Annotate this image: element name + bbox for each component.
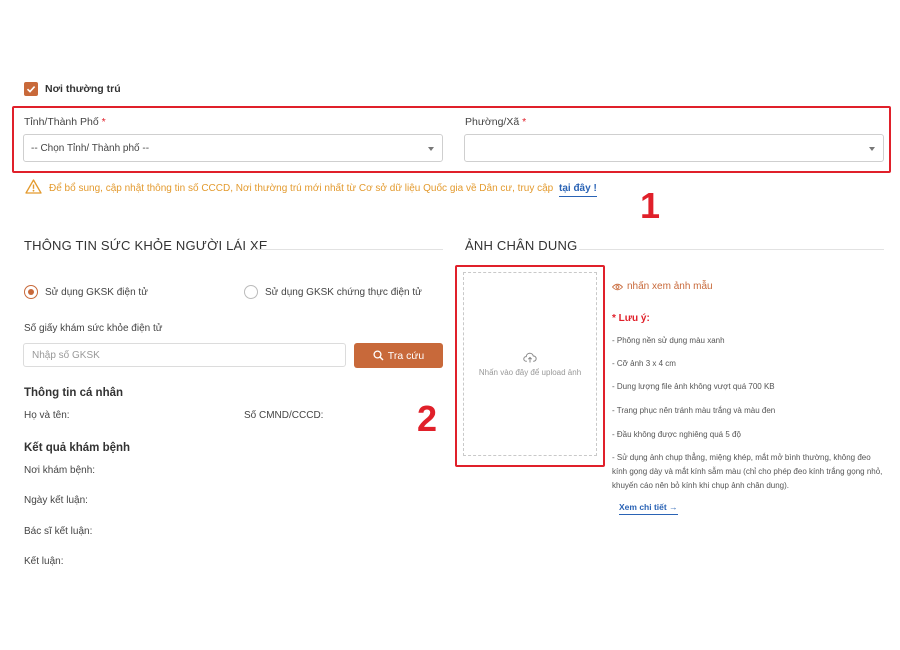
search-button-label: Tra cứu <box>387 349 425 362</box>
chevron-down-icon <box>428 147 434 151</box>
portrait-section-divider <box>579 249 884 250</box>
annotation-number-1: 1 <box>640 185 661 226</box>
exam-result-title: Kết quả khám bệnh <box>24 442 131 454</box>
note-item: - Phông nền sử dụng màu xanh <box>612 336 725 345</box>
exam-place-label: Nơi khám bệnh: <box>24 465 96 476</box>
required-mark: * <box>522 116 527 128</box>
photo-upload-area[interactable]: Nhấn vào đây để upload ảnh <box>463 272 597 456</box>
search-icon <box>373 350 384 361</box>
cert-number-label: Số giấy khám sức khỏe điện tử <box>24 323 163 334</box>
view-sample-label: nhấn xem ảnh mẫu <box>627 281 713 292</box>
warning-icon <box>25 179 42 194</box>
ward-select[interactable] <box>464 134 884 162</box>
search-button[interactable]: Tra cứu <box>354 343 443 368</box>
conclusion-label: Kết luận: <box>24 556 64 567</box>
radio-electronic-gksk-label: Sử dụng GKSK điện tử <box>45 287 148 298</box>
residence-checkbox[interactable] <box>24 82 38 96</box>
health-section-divider <box>255 249 443 250</box>
eye-icon <box>612 283 623 290</box>
note-item: - Dung lượng file ảnh không vượt quá 700… <box>612 382 775 391</box>
province-select-value: -- Chọn Tỉnh/ Thành phố -- <box>31 142 150 154</box>
note-item: - Sử dụng ảnh chụp thẳng, miệng khép, mắ… <box>612 453 883 490</box>
id-number-label: Số CMND/CCCD: <box>244 410 324 421</box>
note-item: - Trang phục nên tránh màu trắng và màu … <box>612 406 776 415</box>
personal-info-title: Thông tin cá nhân <box>24 387 124 399</box>
province-label: Tỉnh/Thành Phố * <box>24 116 106 128</box>
warning-message: Để bổ sung, cập nhật thông tin số CCCD, … <box>49 183 554 194</box>
radio-electronic-gksk[interactable] <box>24 285 38 299</box>
note-item: - Đầu không được nghiêng quá 5 độ <box>612 430 741 439</box>
cert-number-input[interactable]: Nhập số GKSK <box>23 343 346 367</box>
note-item: - Cỡ ảnh 3 x 4 cm <box>612 359 676 368</box>
chevron-down-icon <box>869 147 875 151</box>
upload-instruction: Nhấn vào đây để upload ảnh <box>478 367 582 377</box>
cloud-upload-icon <box>523 352 537 362</box>
health-section-title: THÔNG TIN SỨC KHỎE NGƯỜI LÁI XE <box>24 238 268 253</box>
residence-checkbox-label: Nơi thường trú <box>45 83 121 95</box>
view-detail-link[interactable]: Xem chi tiết → <box>619 502 678 515</box>
province-select[interactable]: -- Chọn Tỉnh/ Thành phố -- <box>23 134 443 162</box>
view-sample-link[interactable]: nhấn xem ảnh mẫu <box>612 281 713 292</box>
conclusion-date-label: Ngày kết luận: <box>24 495 88 506</box>
radio-certified-gksk-label: Sử dụng GKSK chứng thực điện tử <box>265 287 422 298</box>
full-name-label: Họ và tên: <box>24 410 70 421</box>
update-here-link[interactable]: tại đây ! <box>559 183 597 197</box>
cert-number-placeholder: Nhập số GKSK <box>32 349 100 361</box>
radio-certified-gksk[interactable] <box>244 285 258 299</box>
annotation-number-2: 2 <box>417 398 438 439</box>
required-mark: * <box>101 116 106 128</box>
ward-label: Phường/Xã * <box>465 116 527 128</box>
notes-title: * Lưu ý: <box>612 313 650 324</box>
doctor-label: Bác sĩ kết luận: <box>24 526 93 537</box>
portrait-section-title: ẢNH CHÂN DUNG <box>465 238 578 253</box>
check-icon <box>26 86 36 93</box>
